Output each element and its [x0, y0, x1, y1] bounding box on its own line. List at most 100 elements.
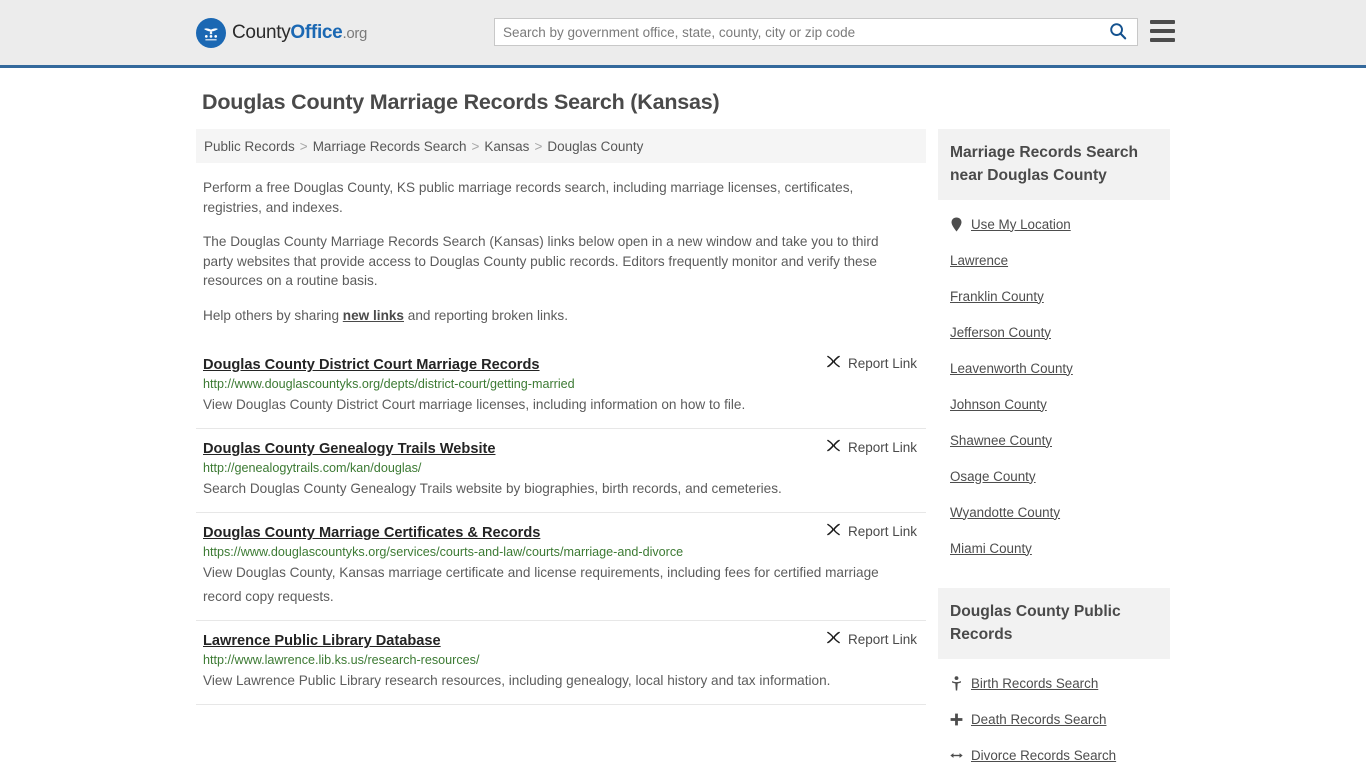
result-item: Douglas County Marriage Certificates & R… [196, 513, 926, 621]
search-button[interactable] [1105, 22, 1137, 43]
sidebar-item-franklin-county[interactable]: Franklin County [950, 278, 1170, 314]
sidebar-item-label: Lawrence [950, 252, 1009, 268]
main-column: Public Records > Marriage Records Search… [196, 129, 926, 705]
hamburger-menu-icon[interactable] [1150, 20, 1175, 42]
broken-link-icon [826, 354, 841, 372]
report-link-button[interactable]: Report Link [826, 438, 926, 456]
sidebar-item-label: Jefferson County [950, 324, 1051, 340]
broken-link-icon [826, 438, 841, 456]
sidebar-item-divorce-records-search[interactable]: Divorce Records Search [950, 737, 1170, 768]
result-url: http://www.douglascountyks.org/depts/dis… [203, 377, 575, 391]
sidebar-item-jefferson-county[interactable]: Jefferson County [950, 314, 1170, 350]
intro-text-before-link: Help others by sharing [203, 307, 343, 323]
sidebar-item-wyandotte-county[interactable]: Wyandotte County [950, 494, 1170, 530]
result-item: Lawrence Public Library Database Report … [196, 621, 926, 705]
sidebar: Marriage Records Search near Douglas Cou… [938, 129, 1170, 768]
sidebar-item-label: Shawnee County [950, 432, 1052, 448]
map-pin-icon [950, 217, 963, 232]
sidebar-item-use-my-location[interactable]: Use My Location [950, 206, 1170, 242]
sidebar-item-label: Death Records Search [971, 711, 1107, 727]
breadcrumb-item-marriage-records-search[interactable]: Marriage Records Search [313, 139, 467, 154]
report-link-label: Report Link [847, 631, 917, 647]
result-description: Search Douglas County Genealogy Trails w… [203, 481, 782, 496]
breadcrumb-separator: > [299, 138, 308, 154]
sidebar-item-label: Divorce Records Search [971, 747, 1117, 763]
sidebar-item-label: Use My Location [971, 216, 1071, 232]
sidebar-item-label: Osage County [950, 468, 1036, 484]
report-link-button[interactable]: Report Link [826, 522, 926, 540]
sidebar-heading-public-records: Douglas County Public Records [938, 588, 1170, 659]
sidebar-item-label: Wyandotte County [950, 504, 1061, 520]
intro-paragraph-3: Help others by sharing new links and rep… [203, 306, 903, 326]
result-description: View Douglas County District Court marri… [203, 397, 746, 412]
intro-paragraph-2: The Douglas County Marriage Records Sear… [203, 234, 879, 288]
menu-bar-1 [1150, 20, 1175, 24]
result-url: http://genealogytrails.com/kan/douglas/ [203, 461, 422, 475]
search-input[interactable] [495, 19, 1105, 45]
site-header: CountyOffice.org [0, 0, 1366, 68]
logo-text-county: County [232, 21, 291, 43]
result-header: Douglas County Genealogy Trails Website … [203, 438, 926, 458]
sidebar-item-shawnee-county[interactable]: Shawnee County [950, 422, 1170, 458]
logo-text-office: Office [290, 21, 343, 43]
result-title-link[interactable]: Douglas County Marriage Certificates & R… [203, 525, 540, 541]
sidebar-item-label: Birth Records Search [971, 675, 1099, 691]
new-links-link[interactable]: new links [343, 308, 404, 323]
sidebar-item-label: Johnson County [950, 396, 1047, 412]
sidebar-item-leavenworth-county[interactable]: Leavenworth County [950, 350, 1170, 386]
result-item: Douglas County District Court Marriage R… [196, 345, 926, 429]
eagle-shield-icon [196, 17, 226, 48]
result-description: View Douglas County, Kansas marriage cer… [203, 565, 879, 604]
sidebar-item-label: Leavenworth County [950, 360, 1073, 376]
breadcrumb-item-kansas[interactable]: Kansas [484, 139, 529, 154]
site-logo-text: CountyOffice.org [232, 22, 367, 44]
breadcrumb: Public Records > Marriage Records Search… [196, 129, 926, 163]
result-header: Douglas County District Court Marriage R… [203, 354, 926, 374]
result-header: Douglas County Marriage Certificates & R… [203, 522, 926, 542]
result-item: Douglas County Genealogy Trails Website … [196, 429, 926, 513]
breadcrumb-item-public-records[interactable]: Public Records [204, 139, 295, 154]
sidebar-heading-nearby: Marriage Records Search near Douglas Cou… [938, 129, 1170, 200]
broken-link-icon [826, 522, 841, 540]
report-link-label: Report Link [847, 523, 917, 539]
result-title-link[interactable]: Lawrence Public Library Database [203, 633, 441, 649]
page-title: Douglas County Marriage Records Search (… [202, 90, 720, 114]
menu-bar-2 [1150, 29, 1175, 33]
result-url: http://www.lawrence.lib.ks.us/research-r… [203, 653, 480, 667]
report-link-label: Report Link [847, 355, 917, 371]
left-right-arrow-icon [950, 750, 963, 761]
intro-paragraph-1: Perform a free Douglas County, KS public… [203, 180, 854, 215]
sidebar-item-birth-records-search[interactable]: Birth Records Search [950, 665, 1170, 701]
sidebar-item-osage-county[interactable]: Osage County [950, 458, 1170, 494]
sidebar-public-records-list: Birth Records Search Death Records Searc… [938, 659, 1170, 768]
result-title-link[interactable]: Douglas County Genealogy Trails Website [203, 441, 495, 457]
sidebar-item-johnson-county[interactable]: Johnson County [950, 386, 1170, 422]
report-link-button[interactable]: Report Link [826, 354, 926, 372]
search-icon [1109, 22, 1127, 43]
breadcrumb-item-douglas-county: Douglas County [547, 138, 644, 154]
sidebar-item-death-records-search[interactable]: Death Records Search [950, 701, 1170, 737]
intro-text-after-link: and reporting broken links. [404, 307, 568, 323]
site-logo-link[interactable]: CountyOffice.org [196, 17, 367, 48]
page-body: Douglas County Marriage Records Search (… [0, 90, 1366, 768]
logo-text-org: .org [342, 24, 368, 42]
content-row: Public Records > Marriage Records Search… [196, 129, 1170, 768]
report-link-label: Report Link [847, 439, 917, 455]
report-link-button[interactable]: Report Link [826, 630, 926, 648]
result-description: View Lawrence Public Library research re… [203, 673, 831, 688]
baby-icon [950, 675, 963, 691]
result-title-link[interactable]: Douglas County District Court Marriage R… [203, 357, 540, 373]
breadcrumb-separator: > [471, 138, 480, 154]
cross-icon [950, 713, 963, 726]
sidebar-section-nearby: Marriage Records Search near Douglas Cou… [938, 129, 1170, 566]
result-url: https://www.douglascountyks.org/services… [203, 545, 684, 559]
sidebar-nearby-list: Use My Location Lawrence Franklin County… [938, 200, 1170, 566]
sidebar-item-lawrence[interactable]: Lawrence [950, 242, 1170, 278]
broken-link-icon [826, 630, 841, 648]
sidebar-section-public-records: Douglas County Public Records Birth Reco… [938, 588, 1170, 768]
sidebar-item-label: Miami County [950, 540, 1032, 556]
breadcrumb-separator: > [534, 138, 543, 154]
result-header: Lawrence Public Library Database Report … [203, 630, 926, 650]
search-bar[interactable] [494, 18, 1138, 46]
sidebar-item-miami-county[interactable]: Miami County [950, 530, 1170, 566]
